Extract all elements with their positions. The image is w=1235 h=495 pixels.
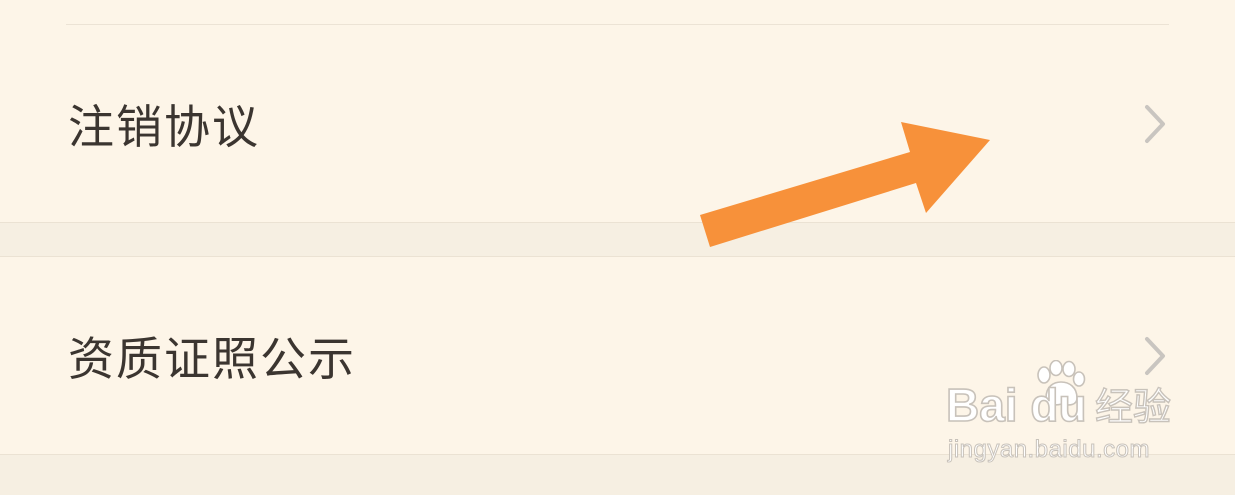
row-label: 注销协议 — [68, 99, 260, 154]
chevron-right-icon — [1145, 336, 1165, 375]
section-separator — [0, 454, 1235, 495]
settings-row-cancellation-agreement[interactable]: 注销协议 — [0, 25, 1235, 222]
chevron-right-icon — [1145, 104, 1165, 143]
section-separator — [0, 222, 1235, 257]
settings-row-qualification-licenses[interactable]: 资质证照公示 — [0, 257, 1235, 454]
row-label: 资质证照公示 — [68, 331, 356, 386]
list-top-area — [0, 0, 1235, 24]
